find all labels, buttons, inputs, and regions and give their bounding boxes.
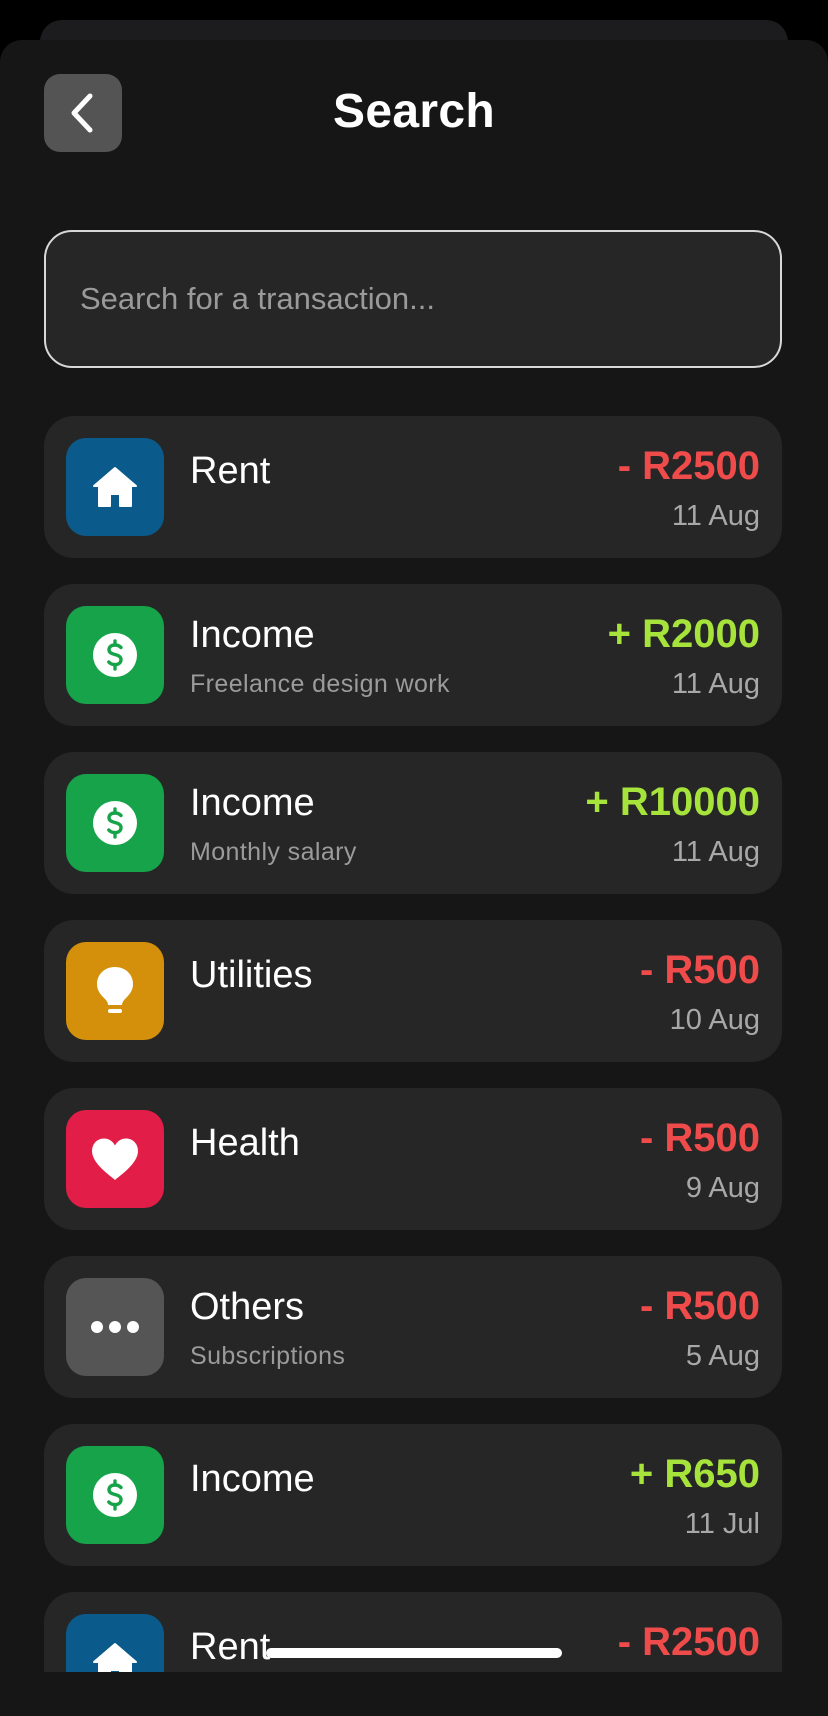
search-input[interactable]	[80, 232, 740, 366]
dollar-icon	[93, 801, 137, 845]
transaction-category: Others	[190, 1286, 305, 1328]
transaction-category: Rent	[190, 1626, 271, 1668]
transaction-date: 11 Jul	[684, 1508, 760, 1540]
transaction-date: 9 Aug	[685, 1172, 760, 1204]
category-icon-tile	[66, 1614, 164, 1672]
transaction-amount: - R2500	[617, 444, 760, 488]
transaction-item[interactable]: Rent - R2500 11 Aug	[44, 416, 782, 558]
transaction-item[interactable]: Health - R500 9 Aug	[44, 1088, 782, 1230]
transaction-category: Income	[190, 614, 315, 656]
category-icon-tile	[66, 438, 164, 536]
home-icon	[93, 467, 137, 507]
page-title: Search	[333, 85, 495, 138]
transaction-item[interactable]: Others Subscriptions - R500 5 Aug	[44, 1256, 782, 1398]
transaction-date: 5 Aug	[685, 1340, 760, 1372]
transaction-item[interactable]: Income Monthly salary + R10000 11 Aug	[44, 752, 782, 894]
category-icon-tile	[66, 942, 164, 1040]
transaction-category: Utilities	[190, 954, 313, 996]
transaction-category: Income	[190, 782, 315, 824]
category-icon-tile	[66, 1110, 164, 1208]
home-icon	[93, 1643, 137, 1672]
category-icon-tile	[66, 1278, 164, 1376]
transaction-amount: + R650	[629, 1452, 760, 1496]
transaction-date: 11 Aug	[671, 500, 760, 532]
category-icon-tile	[66, 1446, 164, 1544]
transaction-note: Freelance design work	[190, 670, 450, 698]
transaction-note: Subscriptions	[190, 1342, 346, 1370]
home-indicator[interactable]	[266, 1648, 562, 1658]
lightbulb-icon	[97, 967, 133, 1013]
transaction-amount: + R2000	[607, 612, 760, 656]
dollar-icon	[93, 1473, 137, 1517]
transaction-category: Health	[190, 1122, 300, 1164]
transaction-category: Income	[190, 1458, 315, 1500]
transaction-amount: - R500	[639, 1116, 760, 1160]
transaction-note: Monthly salary	[190, 838, 357, 866]
heart-icon	[92, 1138, 138, 1180]
search-box[interactable]	[44, 230, 782, 368]
transaction-date: 10 Aug	[669, 1004, 760, 1036]
transaction-item[interactable]: Income Freelance design work + R2000 11 …	[44, 584, 782, 726]
dollar-icon	[93, 633, 137, 677]
category-icon-tile	[66, 606, 164, 704]
transaction-category: Rent	[190, 450, 271, 492]
search-sheet: Search Rent - R2500 11 Aug	[0, 40, 828, 1716]
transaction-amount: - R500	[639, 1284, 760, 1328]
transaction-date: 11 Aug	[671, 668, 760, 700]
transaction-item[interactable]: Rent - R2500	[44, 1592, 782, 1672]
more-dots-icon	[91, 1321, 139, 1333]
transaction-amount: - R500	[639, 948, 760, 992]
content-area: Search Rent - R2500 11 Aug	[0, 40, 828, 1672]
transaction-list: Rent - R2500 11 Aug Income Freelance des…	[44, 416, 782, 1672]
category-icon-tile	[66, 774, 164, 872]
transaction-date: 11 Aug	[671, 836, 760, 868]
transaction-item[interactable]: Utilities - R500 10 Aug	[44, 920, 782, 1062]
transaction-amount: + R10000	[585, 780, 760, 824]
transaction-item[interactable]: Income + R650 11 Jul	[44, 1424, 782, 1566]
transaction-amount: - R2500	[617, 1620, 760, 1664]
